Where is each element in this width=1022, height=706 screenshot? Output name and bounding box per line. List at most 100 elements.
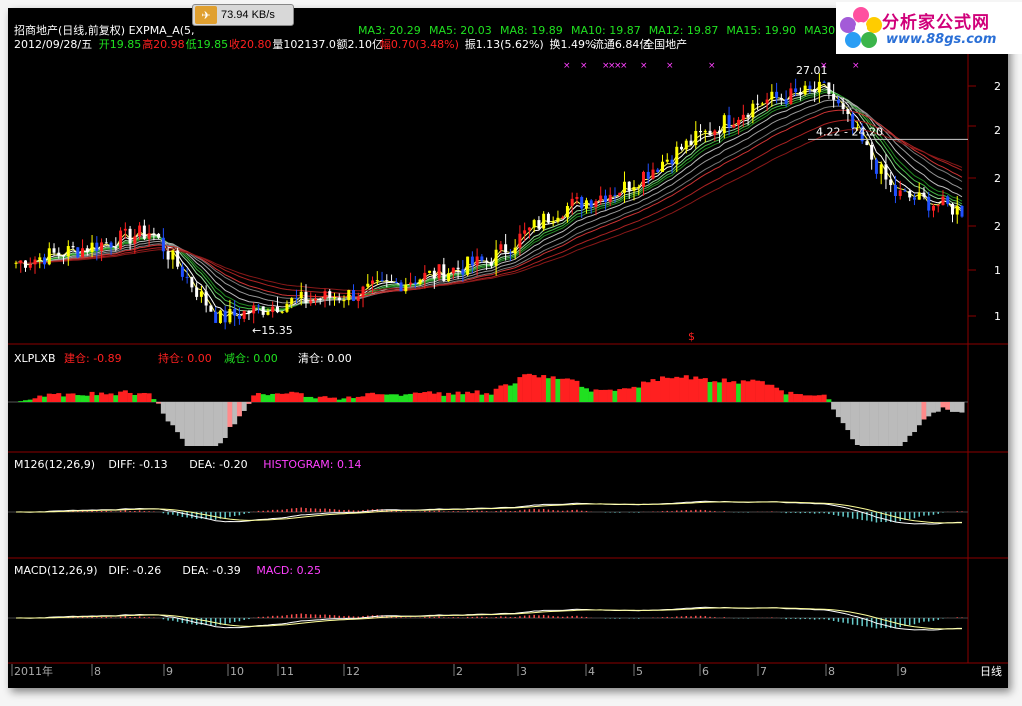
candle-body (100, 242, 104, 252)
xlplxb-bar (949, 402, 955, 412)
xlplxb-bar (503, 384, 509, 402)
xlplxb-bar (65, 393, 71, 402)
candle-body (656, 169, 660, 172)
macd-legend: MACD: 0.25 (256, 564, 321, 577)
xlplxb-bar (427, 391, 433, 402)
xlplxb-bar (94, 395, 100, 402)
xlplxb-bar (550, 376, 556, 402)
xlplxb-bar (736, 383, 742, 402)
candle-body (313, 298, 317, 301)
candle-body (366, 283, 370, 287)
candle-body (751, 103, 755, 118)
xlplxb-bar (902, 402, 908, 443)
quote-field: 高20.98 (142, 37, 185, 51)
candle-body (432, 270, 436, 279)
macd-legend: MACD(12,26,9) (14, 564, 98, 577)
candle-body (95, 242, 99, 252)
xlplxb-bar (61, 396, 67, 402)
xlplxb-bar (398, 395, 404, 402)
signal-marker: × (580, 61, 588, 71)
xlplxb-bar (75, 395, 81, 402)
xlplxb-bar (213, 402, 219, 446)
candle-body (931, 205, 935, 211)
quote-field: 低19.85 (186, 38, 229, 51)
candle-body (779, 98, 783, 100)
xlplxb-bar (42, 396, 48, 402)
xlplxb-bar (151, 399, 157, 402)
candle-body (161, 237, 165, 252)
candle-body (247, 310, 251, 314)
candle-body (375, 280, 379, 282)
candle-body (841, 103, 845, 110)
xlplxb-bar (132, 395, 138, 402)
candle-body (741, 114, 745, 120)
xlplxb-bar (878, 402, 884, 446)
xlplxb-bar (217, 402, 223, 444)
candle-body (380, 280, 384, 282)
xlplxb-bar (80, 395, 86, 402)
candle-body (694, 130, 698, 145)
xlplxb-hold: 持仓: 0.00 (158, 351, 212, 365)
xlplxb-bar (655, 381, 661, 402)
candle-body (508, 252, 512, 254)
xlplxb-bar (588, 391, 594, 402)
xlplxb-bar (821, 394, 827, 402)
xlplxb-bar (631, 386, 637, 402)
candle-body (475, 256, 479, 266)
xlplxb-bar (156, 402, 162, 404)
candle-body (266, 312, 270, 315)
xlplxb-bar (907, 402, 913, 436)
candle-body (394, 281, 398, 283)
candle-body (893, 185, 897, 196)
candle-body (713, 130, 717, 136)
price-axis-tick: 2 (994, 172, 1001, 185)
candle-body (537, 220, 541, 229)
xlplxb-bar (327, 397, 333, 402)
candle-body (589, 200, 593, 208)
candle-body (599, 195, 603, 202)
xlplxb-bar (645, 382, 651, 402)
candle-body (271, 306, 275, 313)
candle-body (665, 159, 669, 162)
xlplxb-bar (759, 381, 765, 402)
candle-body (171, 250, 175, 260)
candle-body (309, 300, 313, 304)
candle-body (252, 305, 256, 314)
candle-body (784, 99, 788, 104)
xlplxb-bar (246, 402, 252, 404)
xlplxb-bar (726, 382, 732, 402)
candle-body (52, 248, 56, 253)
xlplxb-bar (892, 402, 898, 446)
quote-field: 流通6.84亿 (593, 37, 651, 51)
xlplxb-bar (170, 402, 176, 426)
candle-body (680, 146, 684, 150)
xlplxb-bar (512, 383, 518, 402)
xlplxb-bar (32, 398, 38, 402)
xlplxb-bar (374, 394, 380, 402)
candle-body (765, 99, 769, 104)
candle-body (361, 286, 365, 298)
candle-body (489, 261, 493, 266)
xlplxb-bar (370, 392, 376, 402)
quote-field: 额2.10亿 (337, 38, 384, 51)
quote-field: 2012/09/28/五 (14, 38, 92, 51)
candle-body (14, 262, 18, 264)
xlplxb-bar (507, 385, 513, 402)
xlplxb-bar (289, 391, 295, 402)
xlplxb-bar (560, 378, 566, 402)
chart-canvas[interactable]: 招商地产(日线,前复权) EXPMA_A(5, MA3: 20.29 MA5: 20… (8, 8, 1008, 688)
xlplxb-bar (99, 392, 105, 402)
candle-body (442, 264, 446, 281)
xlplxb-bar (717, 382, 723, 402)
candle-body (352, 290, 356, 301)
xlplxb-bar (526, 373, 532, 402)
xlplxb-bar (198, 402, 204, 446)
candle-body (38, 257, 42, 260)
xlplxb-bar (650, 379, 656, 402)
xlplxb-bar (688, 379, 694, 402)
xlplxb-bar (493, 388, 499, 402)
candle-body (328, 291, 332, 298)
m126-legend: HISTOGRAM: 0.14 (263, 458, 361, 471)
xlplxb-bar (346, 396, 352, 402)
candle-body (746, 114, 750, 118)
